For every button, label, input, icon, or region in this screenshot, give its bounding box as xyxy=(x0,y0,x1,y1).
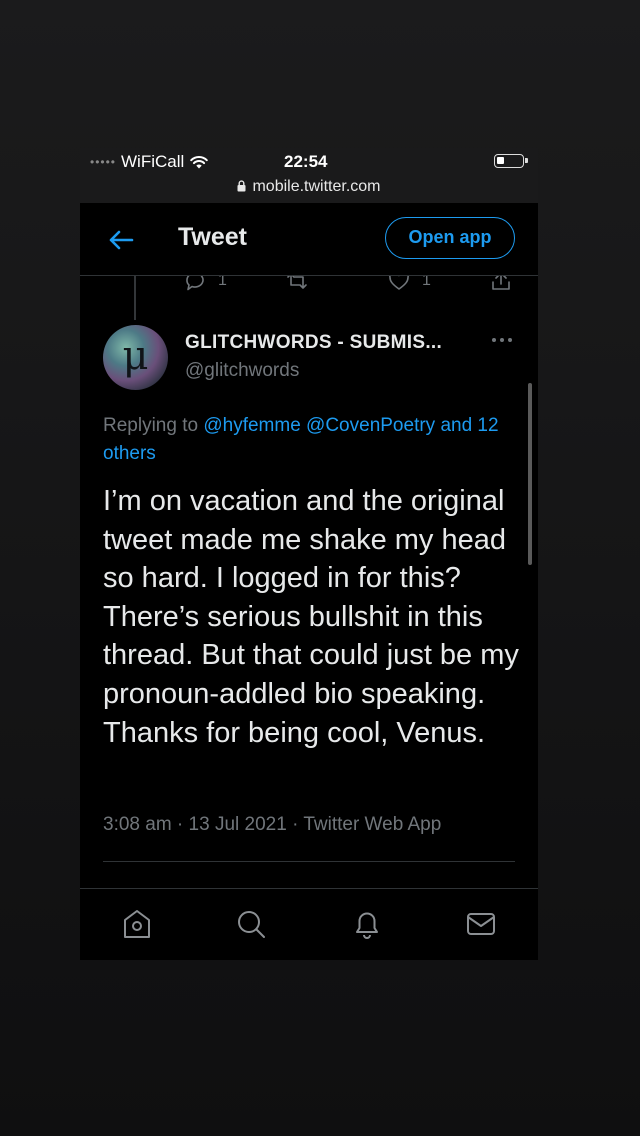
tweet-header: Tweet Open app xyxy=(80,203,538,276)
like-action[interactable]: 1 xyxy=(388,276,431,292)
reply-count: 1 xyxy=(218,276,227,289)
replying-prefix: Replying to xyxy=(103,415,199,436)
address-bar[interactable]: mobile.twitter.com xyxy=(80,178,538,196)
battery-icon xyxy=(494,154,528,168)
bottom-tab-bar xyxy=(80,888,538,960)
page-title: Tweet xyxy=(178,223,247,251)
notifications-icon[interactable] xyxy=(350,907,384,941)
display-name[interactable]: GLITCHWORDS - SUBMIS... xyxy=(185,332,442,354)
reply-action[interactable]: 1 xyxy=(184,276,227,292)
reply-icon xyxy=(186,276,204,291)
replying-to: Replying to @hyfemme @CovenPoetry and 12… xyxy=(103,412,513,468)
home-icon[interactable] xyxy=(120,907,154,941)
status-bar: ••••• WiFiCall 22:54 mobile.twitter.com xyxy=(80,148,538,203)
mention-link[interactable]: @hyfemme xyxy=(203,415,300,436)
search-icon[interactable] xyxy=(234,907,268,941)
more-options-icon[interactable] xyxy=(490,336,514,344)
mention-link[interactable]: @CovenPoetry xyxy=(306,415,435,436)
retweet-action[interactable] xyxy=(286,276,308,292)
carrier-name: WiFiCall xyxy=(121,152,185,171)
user-handle[interactable]: @glitchwords xyxy=(185,360,299,382)
back-arrow-icon[interactable] xyxy=(106,225,136,255)
tweet-detail: 1 1 μ GLITCHWORDS - SUBMIS... @glitchwor… xyxy=(80,276,538,890)
phone-screen: ••••• WiFiCall 22:54 mobile.twitter.com … xyxy=(80,148,538,960)
scrollbar[interactable] xyxy=(528,383,532,565)
tweet-timestamp[interactable]: 3:08 am · 13 Jul 2021 · Twitter Web App xyxy=(103,814,441,836)
share-action[interactable] xyxy=(490,276,512,292)
clock: 22:54 xyxy=(284,152,328,171)
url-text: mobile.twitter.com xyxy=(252,178,381,195)
lock-icon xyxy=(237,180,246,192)
messages-icon[interactable] xyxy=(464,907,498,941)
tweet-text: I’m on vacation and the original tweet m… xyxy=(103,485,519,749)
share-icon xyxy=(492,276,510,290)
previous-tweet-actions: 1 1 xyxy=(80,276,538,296)
avatar-letter: μ xyxy=(122,333,149,379)
avatar[interactable]: μ xyxy=(103,325,168,390)
wifi-icon xyxy=(190,156,209,169)
signal-dots: ••••• xyxy=(90,155,117,169)
carrier-info: ••••• WiFiCall xyxy=(90,152,209,172)
like-count: 1 xyxy=(422,276,431,289)
open-app-button[interactable]: Open app xyxy=(385,217,515,259)
retweet-icon xyxy=(287,276,307,289)
heart-icon xyxy=(389,276,409,290)
divider xyxy=(103,861,515,862)
